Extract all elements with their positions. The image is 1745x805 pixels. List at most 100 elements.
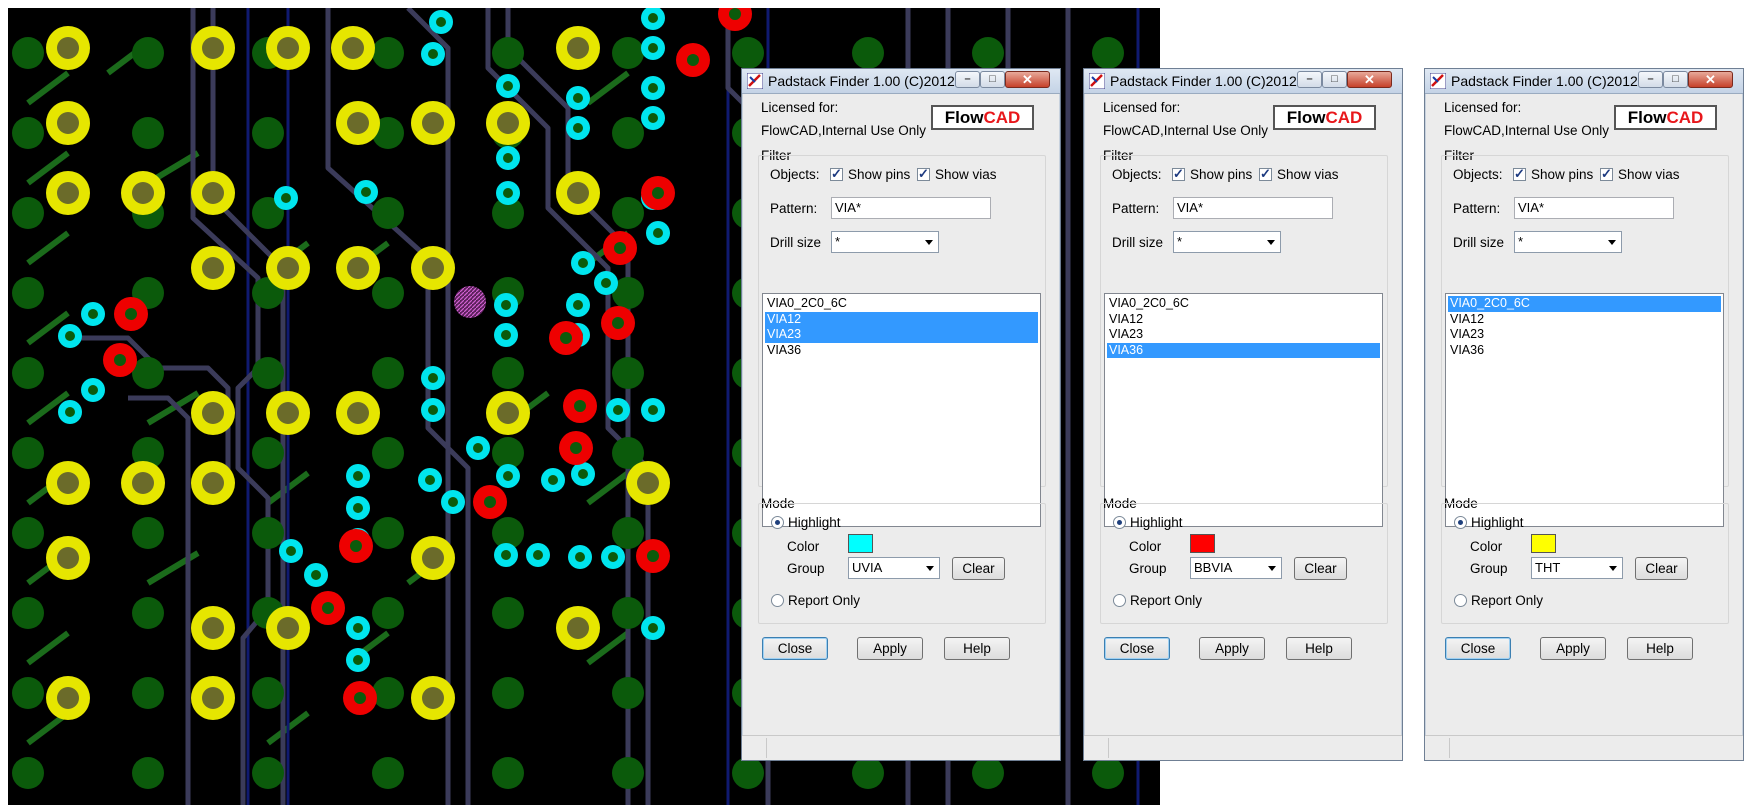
- color-swatch[interactable]: [848, 534, 873, 553]
- help-button[interactable]: Help: [1627, 637, 1693, 660]
- drill-size-select[interactable]: *: [1514, 231, 1622, 253]
- micro-via-hole: [548, 475, 558, 485]
- chevron-down-icon: [926, 566, 934, 571]
- apply-button[interactable]: Apply: [1199, 637, 1265, 660]
- close-window-button[interactable]: ✕: [1005, 71, 1050, 88]
- pin-hole: [277, 257, 299, 279]
- close-window-button[interactable]: ✕: [1347, 71, 1392, 88]
- pattern-label: Pattern:: [1112, 201, 1160, 216]
- list-item[interactable]: VIA23: [1107, 327, 1380, 343]
- report-only-radio[interactable]: [1454, 594, 1467, 607]
- apply-button[interactable]: Apply: [857, 637, 923, 660]
- pattern-input[interactable]: VIA*: [1173, 197, 1333, 219]
- app-icon: [747, 73, 763, 89]
- list-item[interactable]: VIA12: [1448, 312, 1721, 328]
- list-item[interactable]: VIA36: [1107, 342, 1380, 358]
- show-vias-checkbox[interactable]: ✓: [917, 166, 930, 181]
- pin-hole: [567, 182, 589, 204]
- pad: [732, 757, 764, 789]
- list-item[interactable]: VIA36: [1448, 343, 1721, 359]
- list-item[interactable]: VIA0_2C0_6C: [1448, 296, 1721, 312]
- list-item[interactable]: VIA36: [765, 343, 1038, 359]
- micro-via-hole: [501, 300, 511, 310]
- apply-button[interactable]: Apply: [1540, 637, 1606, 660]
- padstack-list[interactable]: VIA0_2C0_6C VIA12 VIA23 VIA36: [762, 293, 1041, 527]
- report-only-radio[interactable]: [771, 594, 784, 607]
- maximize-button[interactable]: □: [980, 71, 1005, 88]
- pattern-input[interactable]: VIA*: [1514, 197, 1674, 219]
- pin-hole: [202, 687, 224, 709]
- radio-dot-icon: [1458, 520, 1463, 525]
- pin-hole: [57, 112, 79, 134]
- micro-via-hole: [648, 83, 658, 93]
- list-item[interactable]: VIA12: [1107, 312, 1380, 328]
- flowcad-logo: FlowCAD: [1614, 105, 1717, 130]
- help-button[interactable]: Help: [1286, 637, 1352, 660]
- licensee-text: FlowCAD,Internal Use Only: [1444, 123, 1610, 138]
- buried-via-hole: [484, 496, 496, 508]
- drill-size-select[interactable]: *: [1173, 231, 1281, 253]
- show-pins-checkbox[interactable]: ✓: [1172, 166, 1185, 181]
- title-bar[interactable]: Padstack Finder 1.00 (C)2012 – □ ✕: [1425, 69, 1743, 94]
- pad: [1092, 757, 1124, 789]
- pin-hole: [277, 37, 299, 59]
- list-item[interactable]: VIA23: [1448, 327, 1721, 343]
- maximize-button[interactable]: □: [1322, 71, 1347, 88]
- pad: [132, 117, 164, 149]
- buried-via-hole: [114, 354, 126, 366]
- chevron-down-icon: [1609, 566, 1617, 571]
- group-select[interactable]: THT: [1531, 557, 1623, 579]
- padstack-list[interactable]: VIA0_2C0_6C VIA12 VIA23 VIA36: [1445, 293, 1724, 527]
- show-pins-checkbox[interactable]: ✓: [830, 166, 843, 181]
- list-item[interactable]: VIA23: [765, 327, 1038, 343]
- clear-button[interactable]: Clear: [1294, 557, 1347, 580]
- maximize-button[interactable]: □: [1663, 71, 1688, 88]
- color-swatch[interactable]: [1190, 534, 1215, 553]
- clear-button[interactable]: Clear: [1635, 557, 1688, 580]
- highlight-radio[interactable]: [771, 516, 784, 529]
- highlight-radio[interactable]: [1113, 516, 1126, 529]
- list-item[interactable]: VIA0_2C0_6C: [1107, 296, 1380, 312]
- padstack-list[interactable]: VIA0_2C0_6C VIA12 VIA23 VIA36: [1104, 293, 1383, 527]
- title-bar[interactable]: Padstack Finder 1.00 (C)2012 – □ ✕: [1084, 69, 1402, 94]
- micro-via-hole: [575, 552, 585, 562]
- close-button[interactable]: Close: [1445, 637, 1511, 660]
- micro-via-hole: [648, 43, 658, 53]
- drill-size-value: *: [835, 234, 841, 249]
- checkmark-icon: ✓: [1514, 166, 1525, 181]
- pin-hole: [637, 472, 659, 494]
- close-button[interactable]: Close: [1104, 637, 1170, 660]
- pad: [372, 597, 404, 629]
- close-button[interactable]: Close: [762, 637, 828, 660]
- pin-hole: [132, 182, 154, 204]
- list-item[interactable]: VIA12: [765, 311, 1038, 327]
- show-vias-checkbox[interactable]: ✓: [1259, 166, 1272, 181]
- color-swatch[interactable]: [1531, 534, 1556, 553]
- clear-button[interactable]: Clear: [952, 557, 1005, 580]
- help-button[interactable]: Help: [944, 637, 1010, 660]
- group-select[interactable]: UVIA: [848, 557, 940, 579]
- logo-flow-text: Flow: [1627, 108, 1667, 127]
- minimize-button[interactable]: –: [1297, 71, 1322, 88]
- show-vias-checkbox[interactable]: ✓: [1600, 166, 1613, 181]
- pin-hole: [347, 257, 369, 279]
- micro-via-hole: [573, 123, 583, 133]
- pad: [12, 677, 44, 709]
- drill-size-select[interactable]: *: [831, 231, 939, 253]
- pad: [252, 757, 284, 789]
- list-item[interactable]: VIA0_2C0_6C: [765, 296, 1038, 312]
- pattern-input[interactable]: VIA*: [831, 197, 991, 219]
- highlight-radio[interactable]: [1454, 516, 1467, 529]
- close-window-button[interactable]: ✕: [1688, 71, 1733, 88]
- micro-via-hole: [503, 81, 513, 91]
- group-select[interactable]: BBVIA: [1190, 557, 1282, 579]
- color-label: Color: [1470, 539, 1503, 554]
- minimize-button[interactable]: –: [1638, 71, 1663, 88]
- pin-hole: [57, 182, 79, 204]
- minimize-button[interactable]: –: [955, 71, 980, 88]
- show-pins-label: Show pins: [1190, 167, 1253, 182]
- title-bar[interactable]: Padstack Finder 1.00 (C)2012 – □ ✕: [742, 69, 1060, 94]
- pin-hole: [202, 182, 224, 204]
- show-pins-checkbox[interactable]: ✓: [1513, 166, 1526, 181]
- report-only-radio[interactable]: [1113, 594, 1126, 607]
